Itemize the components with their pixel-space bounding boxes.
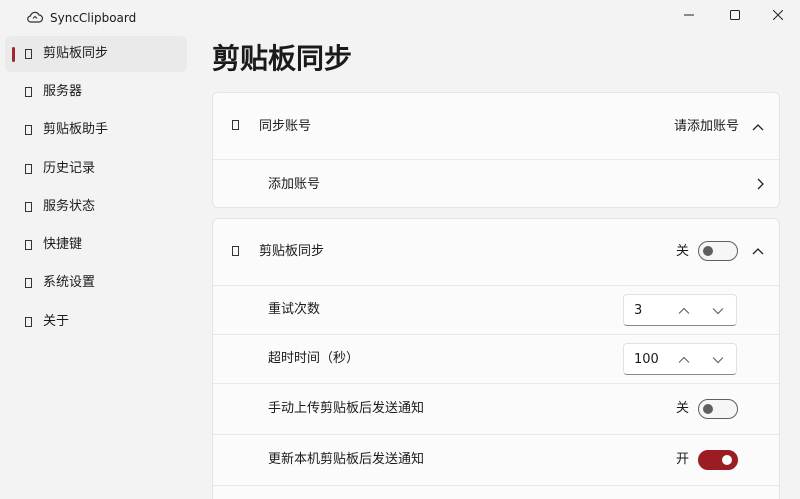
toggle-knob xyxy=(703,404,713,414)
decrement-button[interactable] xyxy=(708,301,728,321)
toggle-state-text: 关 xyxy=(675,401,689,416)
sidebar-item-clipboard-assistant[interactable]: 剪贴板助手 xyxy=(5,112,187,148)
account-header-row[interactable]: 同步账号 请添加账号 xyxy=(213,93,779,159)
next-row xyxy=(213,485,779,499)
toggle-state-text: 关 xyxy=(675,244,689,259)
account-icon xyxy=(232,120,239,130)
local-notify-toggle[interactable] xyxy=(698,450,738,470)
server-icon xyxy=(25,87,32,97)
minimize-button[interactable] xyxy=(666,0,712,30)
sidebar-item-label: 剪贴板同步 xyxy=(43,46,109,61)
clipboard-sync-label: 剪贴板同步 xyxy=(259,244,325,259)
assistant-icon xyxy=(25,125,32,135)
manual-notify-toggle[interactable] xyxy=(698,399,738,419)
info-icon xyxy=(25,317,32,327)
add-account-label: 添加账号 xyxy=(268,177,321,192)
timeout-row: 超时时间（秒） 100 xyxy=(213,334,779,383)
keyboard-icon xyxy=(25,240,32,250)
retry-label: 重试次数 xyxy=(268,302,321,317)
settings-icon xyxy=(25,278,32,288)
local-notify-row: 更新本机剪贴板后发送通知 开 xyxy=(213,434,779,485)
clipboard-sync-icon xyxy=(25,49,32,59)
retry-number-box[interactable]: 3 xyxy=(623,294,737,326)
retry-row: 重试次数 3 xyxy=(213,285,779,334)
app-title: SyncClipboard xyxy=(50,11,137,25)
toggle-knob xyxy=(722,455,732,465)
sidebar-item-label: 快捷键 xyxy=(43,237,83,252)
title-bar: SyncClipboard xyxy=(0,0,800,34)
sidebar-item-system-settings[interactable]: 系统设置 xyxy=(5,265,187,301)
sidebar-item-service-status[interactable]: 服务状态 xyxy=(5,189,187,225)
sidebar-item-label: 服务状态 xyxy=(43,199,96,214)
timeout-label: 超时时间（秒） xyxy=(268,351,360,366)
clipboard-sync-card: 剪贴板同步 关 重试次数 3 超时时间（秒） 100 手动上传剪贴板后发送通知 … xyxy=(212,218,780,499)
sidebar-item-history[interactable]: 历史记录 xyxy=(5,151,187,187)
local-notify-label: 更新本机剪贴板后发送通知 xyxy=(268,452,425,467)
chevron-up-icon[interactable] xyxy=(750,119,766,135)
minimize-icon xyxy=(684,10,694,20)
chevron-up-icon xyxy=(677,304,691,318)
timeout-number-box[interactable]: 100 xyxy=(623,343,737,375)
close-icon xyxy=(773,10,783,20)
close-button[interactable] xyxy=(755,0,800,30)
sidebar-item-server[interactable]: 服务器 xyxy=(5,74,187,110)
sidebar-item-label: 系统设置 xyxy=(43,275,96,290)
toggle-knob xyxy=(703,246,713,256)
chevron-right-icon xyxy=(752,176,768,192)
status-icon xyxy=(25,202,32,212)
manual-notify-row: 手动上传剪贴板后发送通知 关 xyxy=(213,383,779,434)
selection-indicator xyxy=(12,47,15,62)
timeout-value: 100 xyxy=(634,352,659,367)
chevron-down-icon xyxy=(711,353,725,367)
history-icon xyxy=(25,164,32,174)
maximize-icon xyxy=(730,10,740,20)
sidebar-item-hotkeys[interactable]: 快捷键 xyxy=(5,227,187,263)
retry-value: 3 xyxy=(634,303,643,318)
manual-notify-label: 手动上传剪贴板后发送通知 xyxy=(268,401,425,416)
sidebar-item-label: 服务器 xyxy=(43,84,83,99)
decrement-button[interactable] xyxy=(708,350,728,370)
increment-button[interactable] xyxy=(674,301,694,321)
clipboard-sync-header-row[interactable]: 剪贴板同步 关 xyxy=(213,219,779,285)
increment-button[interactable] xyxy=(674,350,694,370)
sidebar-item-label: 关于 xyxy=(43,314,70,329)
account-value: 请添加账号 xyxy=(673,119,739,134)
sidebar-item-label: 历史记录 xyxy=(43,161,96,176)
toggle-state-text: 开 xyxy=(675,452,689,467)
sidebar-item-label: 剪贴板助手 xyxy=(43,122,109,137)
chevron-up-icon[interactable] xyxy=(750,243,766,259)
sidebar-item-about[interactable]: 关于 xyxy=(5,304,187,340)
add-account-row[interactable]: 添加账号 xyxy=(213,159,779,207)
chevron-down-icon xyxy=(711,304,725,318)
maximize-button[interactable] xyxy=(712,0,758,30)
chevron-up-icon xyxy=(677,353,691,367)
clipboard-icon xyxy=(232,246,239,256)
account-card: 同步账号 请添加账号 添加账号 xyxy=(212,92,780,208)
account-label: 同步账号 xyxy=(259,119,312,134)
sidebar-item-clipboard-sync[interactable]: 剪贴板同步 xyxy=(5,36,187,72)
page-title: 剪贴板同步 xyxy=(212,42,353,75)
clipboard-sync-toggle[interactable] xyxy=(698,241,738,261)
cloud-sync-icon xyxy=(26,10,44,24)
